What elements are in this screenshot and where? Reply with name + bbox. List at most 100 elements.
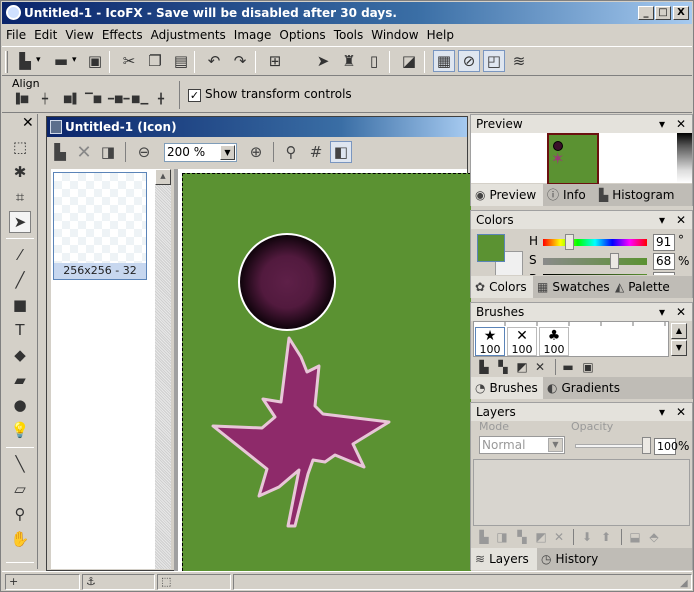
saturation-slider-thumb[interactable]	[609, 253, 619, 269]
brightness-slider[interactable]	[543, 274, 647, 275]
brush-item[interactable]: ♣ 100	[539, 327, 569, 356]
duplicate-layer-icon[interactable]: ▚	[515, 530, 529, 544]
opacity-slider-thumb[interactable]	[642, 437, 651, 454]
duplicate-brush-icon[interactable]: ▚	[496, 360, 510, 374]
bulb-tool[interactable]: 💡	[9, 419, 31, 441]
tab-histogram[interactable]: ▙ Histogram	[595, 184, 692, 206]
open-brushes-icon[interactable]: ▬	[561, 360, 575, 374]
hue-slider[interactable]	[543, 239, 647, 246]
chevron-down-icon[interactable]: ▼	[548, 438, 563, 452]
saturation-slider[interactable]	[543, 258, 647, 265]
eraser-tool[interactable]: ▰	[9, 369, 31, 391]
format-list-scrollbar[interactable]: ▲	[155, 169, 171, 569]
open-folder-button[interactable]: ▬	[50, 50, 72, 72]
save-button[interactable]: ▣	[84, 50, 106, 72]
paste-button[interactable]: ▤	[170, 50, 192, 72]
menu-image[interactable]: Image	[230, 25, 276, 45]
preview-background-swatch[interactable]	[677, 133, 692, 183]
menu-file[interactable]: File	[2, 25, 30, 45]
copy-button[interactable]: ❐	[144, 50, 166, 72]
zoom-in-button[interactable]: ⊕	[245, 141, 267, 163]
align-middle-vertical-button[interactable]: ━■━	[108, 93, 130, 107]
align-top-button[interactable]: ▔■	[85, 93, 102, 107]
new-layer-icon[interactable]: ▙	[477, 530, 491, 544]
import-button[interactable]: ◪	[398, 50, 420, 72]
show-transform-checkbox[interactable]: ✓	[188, 89, 201, 102]
phone-button[interactable]: ▯	[363, 50, 385, 72]
cut-button[interactable]: ✂	[118, 50, 140, 72]
panel-close-icon[interactable]: ✕	[676, 403, 686, 421]
panel-menu-icon[interactable]: ▾	[659, 303, 665, 321]
move-tool[interactable]: ➤	[9, 211, 31, 233]
apple-button[interactable]	[288, 50, 310, 72]
line-tool[interactable]: ╱	[9, 269, 31, 291]
eyedropper-tool[interactable]: ╲	[9, 453, 31, 475]
new-image-format-button[interactable]: ▙	[49, 141, 71, 163]
rectangle-select-tool[interactable]: ⬚	[9, 136, 31, 158]
blend-mode-select[interactable]: Normal ▼	[479, 436, 565, 454]
brush-item[interactable]: ★ 100	[475, 327, 505, 356]
brush-scroll-down-button[interactable]: ▼	[671, 340, 687, 356]
minimize-button[interactable]: _	[638, 6, 654, 20]
brush-item[interactable]: ✕ 100	[507, 327, 537, 356]
delete-layer-icon[interactable]: ✕	[552, 530, 566, 544]
tab-brushes[interactable]: ◔ Brushes	[471, 377, 543, 399]
redo-button[interactable]: ↷	[229, 50, 251, 72]
tab-preview[interactable]: ◉ Preview	[471, 184, 543, 206]
scroll-up-button[interactable]: ▲	[155, 169, 171, 185]
hide-background-button[interactable]: ⊘	[458, 50, 480, 72]
zoom-out-button[interactable]: ⊖	[133, 141, 155, 163]
import-layer-icon[interactable]: ◨	[495, 530, 509, 544]
format-item[interactable]: 256x256 - 32	[53, 172, 147, 280]
hue-input[interactable]: 91	[653, 234, 675, 251]
align-bottom-button[interactable]: ■▁	[131, 93, 148, 107]
new-button[interactable]: ▙	[14, 50, 36, 72]
panel-menu-icon[interactable]: ▾	[659, 403, 665, 421]
canvas-area[interactable]	[174, 169, 471, 571]
crop-tool[interactable]: ⌗	[9, 186, 31, 208]
panel-menu-icon[interactable]: ▾	[659, 115, 665, 133]
flatten-icon[interactable]: ⬘	[647, 530, 661, 544]
menu-adjustments[interactable]: Adjustments	[147, 25, 230, 45]
panel-close-icon[interactable]: ✕	[676, 303, 686, 321]
hand-tool[interactable]: ✋	[9, 528, 31, 550]
brightness-input[interactable]	[653, 272, 675, 275]
menu-tools[interactable]: Tools	[330, 25, 368, 45]
merge-down-icon[interactable]: ⬓	[628, 530, 642, 544]
align-right-button[interactable]: ■▌	[63, 93, 80, 107]
edit-brush-icon[interactable]: ◩	[515, 360, 529, 374]
tab-colors[interactable]: ✿ Colors	[471, 276, 533, 298]
menu-view[interactable]: View	[61, 25, 97, 45]
text-tool[interactable]: T	[9, 319, 31, 341]
windows-button[interactable]: ⊞	[264, 50, 286, 72]
toolbox-close-icon[interactable]: ✕	[22, 115, 34, 131]
toggle-background-button[interactable]: ◧	[330, 141, 352, 163]
close-button[interactable]: X	[673, 6, 689, 20]
delete-brush-icon[interactable]: ✕	[533, 360, 547, 374]
actual-size-button[interactable]: ⚲	[280, 141, 302, 163]
menu-effects[interactable]: Effects	[98, 25, 147, 45]
panel-close-icon[interactable]: ✕	[676, 115, 686, 133]
magic-wand-tool[interactable]: ✱	[9, 161, 31, 183]
tab-palette[interactable]: ◭ Palette	[611, 276, 692, 298]
brush-scroll-up-button[interactable]: ▲	[671, 323, 687, 339]
zoom-tool-tool[interactable]: ⚲	[9, 503, 31, 525]
panel-menu-icon[interactable]: ▾	[659, 211, 665, 229]
brush-tool[interactable]: ⁄	[9, 244, 31, 266]
menu-help[interactable]: Help	[423, 25, 458, 45]
maximize-button[interactable]: □	[655, 6, 671, 20]
align-left-button[interactable]: ▐■	[12, 93, 29, 107]
opacity-slider[interactable]	[575, 444, 647, 448]
save-brushes-icon[interactable]: ▣	[581, 360, 595, 374]
cursor-button[interactable]: ➤	[312, 50, 334, 72]
resize-grip-icon[interactable]: ◢	[680, 578, 688, 589]
android-button[interactable]: ♜	[338, 50, 360, 72]
delete-format-button[interactable]: ✕	[73, 141, 95, 163]
tab-history[interactable]: ◷ History	[537, 548, 692, 570]
tab-gradients[interactable]: ◐ Gradients	[543, 377, 692, 399]
fill-tool[interactable]: ◆	[9, 344, 31, 366]
layers-list[interactable]	[473, 459, 690, 526]
rectangle-tool[interactable]: ■	[9, 294, 31, 316]
dropdown-arrow-icon[interactable]: ▾	[36, 55, 41, 65]
toolbar-grip[interactable]	[5, 51, 8, 73]
